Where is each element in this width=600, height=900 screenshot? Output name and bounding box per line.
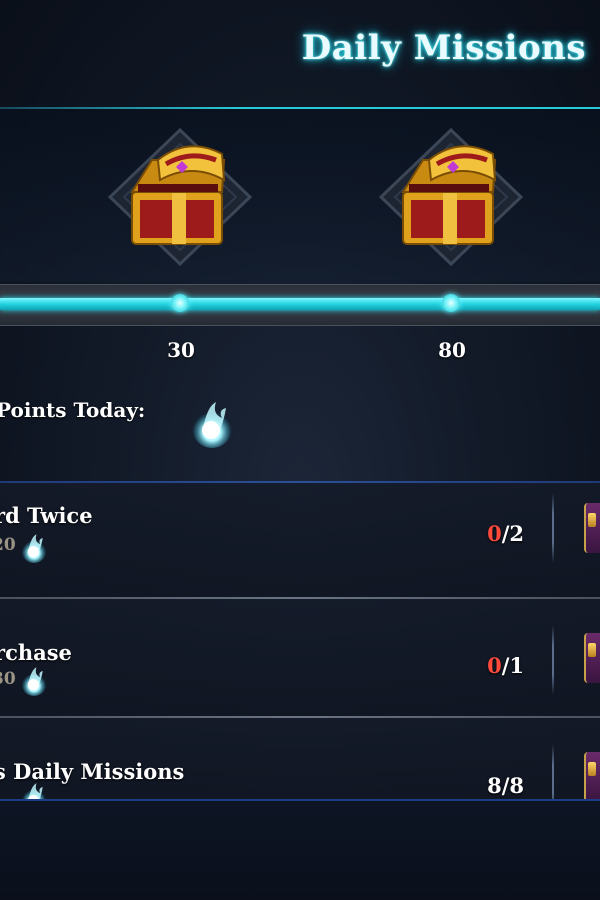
milestone-label-30: 30 [167, 338, 195, 362]
mission-row: rchase 30 0/1 [0, 599, 600, 716]
treasure-chest-icon [378, 127, 524, 267]
treasure-chest-icon-80[interactable] [371, 122, 531, 272]
mission-row: s Daily Missions 8/8 [0, 718, 600, 814]
mission-progress-current: 0 [487, 653, 502, 678]
reward-item-icon[interactable] [584, 503, 600, 553]
reward-item-icon[interactable] [584, 752, 600, 802]
bottom-panel [0, 801, 600, 900]
mission-progress: 0/2 [487, 521, 524, 546]
mission-progress-current: 0 [487, 521, 502, 546]
progress-track [0, 284, 600, 326]
mission-progress-total: /2 [501, 521, 524, 546]
milestone-node-30 [171, 294, 189, 312]
mission-reward: 20 [0, 535, 16, 555]
row-divider [552, 625, 554, 695]
mission-reward: 30 [0, 669, 16, 689]
mission-progress: 0/1 [487, 653, 524, 678]
treasure-chest-icon-30[interactable] [100, 122, 260, 272]
reward-item-icon[interactable] [584, 633, 600, 683]
treasure-chest-icon [107, 127, 253, 267]
blue-flame-wisp-icon [192, 402, 232, 448]
mission-title: s Daily Missions [0, 759, 185, 784]
row-divider [552, 493, 554, 563]
mission-title: rd Twice [0, 503, 93, 528]
mission-progress-total: /8 [501, 773, 524, 798]
milestone-label-80: 80 [438, 338, 466, 362]
mission-row: rd Twice 20 0/2 [0, 483, 600, 598]
blue-flame-wisp-icon [21, 667, 47, 696]
page-title: Daily Missions [301, 28, 586, 68]
milestone-node-80 [442, 294, 460, 312]
mission-progress-total: /1 [501, 653, 524, 678]
blue-flame-wisp-icon [21, 534, 47, 563]
points-today-label: Points Today: [0, 398, 146, 422]
mission-title: rchase [0, 640, 72, 665]
mission-progress: 8/8 [487, 773, 524, 798]
progress-fill [0, 298, 600, 310]
mission-progress-current: 8 [487, 773, 502, 798]
